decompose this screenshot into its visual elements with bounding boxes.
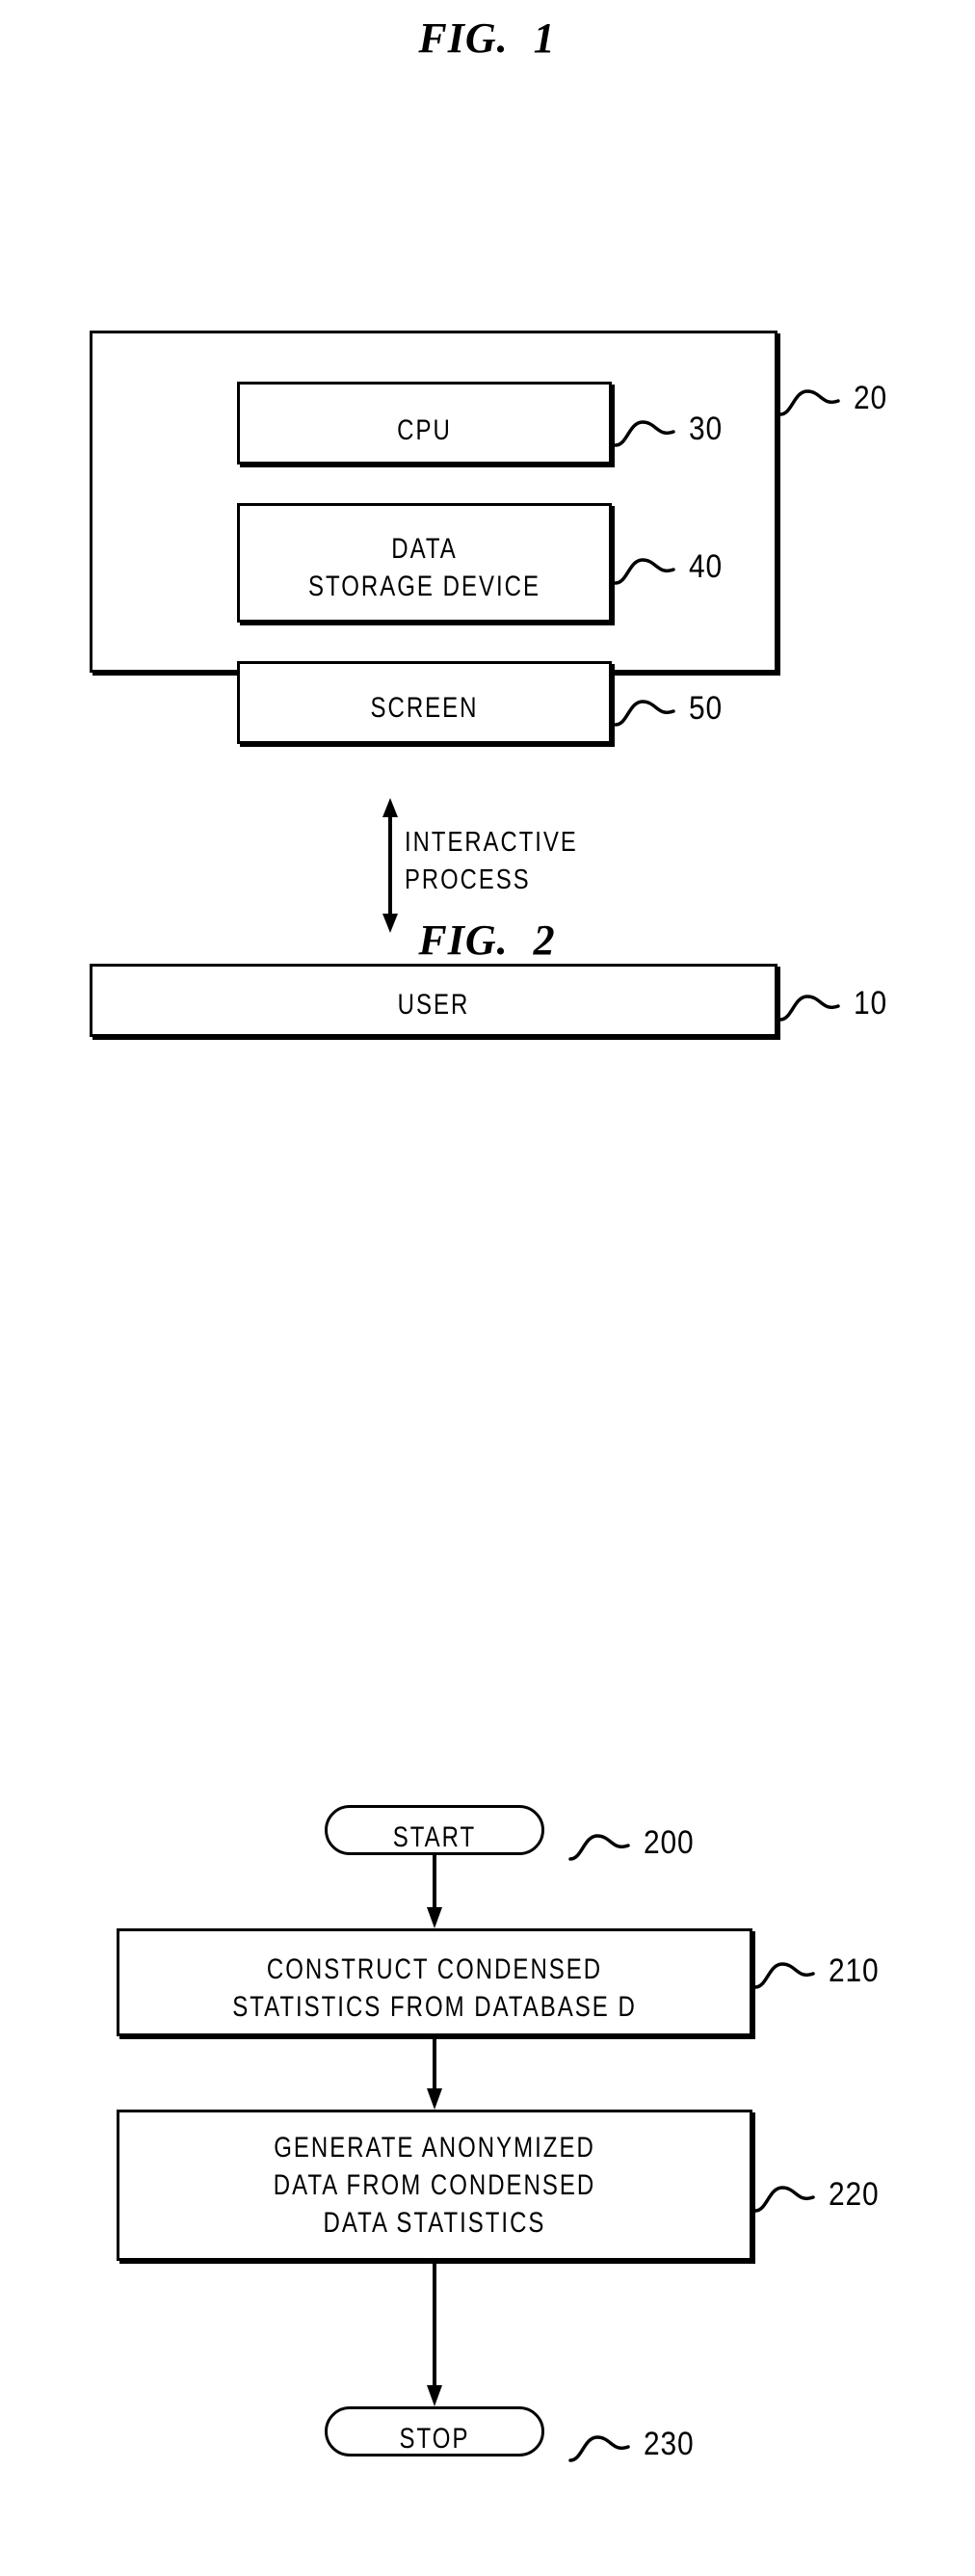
leader-squiggle-icon <box>614 700 675 727</box>
cpu-box-label: CPU <box>397 414 452 446</box>
screen-box: SCREEN <box>237 661 612 744</box>
leader-squiggle-icon <box>614 420 675 447</box>
process-box-210-label: CONSTRUCT CONDENSED STATISTICS FROM DATA… <box>232 1953 637 2023</box>
callout-220-number: 220 <box>829 2176 880 2213</box>
process-box-210: CONSTRUCT CONDENSED STATISTICS FROM DATA… <box>117 1928 752 2036</box>
process-box-220: GENERATE ANONYMIZED DATA FROM CONDENSED … <box>117 2110 752 2261</box>
figure-2-title-number: 2 <box>533 916 557 964</box>
figure-1-title-number: 1 <box>533 14 557 62</box>
flow-arrow-step2-to-stop <box>427 2261 442 2406</box>
flow-arrow-step1-to-step2 <box>427 2036 442 2110</box>
figure-2-title-word: FIG. <box>418 916 509 964</box>
user-box: USER <box>90 964 777 1037</box>
figure-2-title: FIG. 2 <box>0 916 975 965</box>
figure-1-title-word: FIG. <box>418 14 509 62</box>
leader-squiggle-icon <box>614 558 675 585</box>
stop-terminator: STOP <box>325 2406 544 2456</box>
callout-10-number: 10 <box>854 985 888 1022</box>
callout-230-number: 230 <box>644 2426 695 2462</box>
leader-squiggle-icon <box>778 389 840 416</box>
flow-arrow-start-to-step1 <box>427 1855 442 1928</box>
callout-200-number: 200 <box>644 1824 695 1861</box>
process-box-220-label: GENERATE ANONYMIZED DATA FROM CONDENSED … <box>273 2132 596 2239</box>
data-storage-device-box-label: DATA STORAGE DEVICE <box>308 533 540 602</box>
callout-30-number: 30 <box>689 411 724 447</box>
cpu-box: CPU <box>237 382 612 465</box>
user-box-label: USER <box>397 989 470 1021</box>
leader-squiggle-icon <box>753 1962 815 1989</box>
stop-terminator-label: STOP <box>399 2423 470 2455</box>
data-storage-device-box: DATA STORAGE DEVICE <box>237 503 612 623</box>
callout-20-number: 20 <box>854 380 888 416</box>
leader-squiggle-icon <box>568 2435 630 2462</box>
figure-1-title: FIG. 1 <box>0 13 975 63</box>
leader-squiggle-icon <box>568 1834 630 1861</box>
interactive-process-label: INTERACTIVE PROCESS <box>405 827 578 895</box>
callout-50-number: 50 <box>689 690 724 727</box>
interactive-process-arrow <box>382 798 398 933</box>
screen-box-label: SCREEN <box>370 692 479 724</box>
start-terminator-label: START <box>392 1821 477 1853</box>
callout-210-number: 210 <box>829 1952 880 1989</box>
leader-squiggle-icon <box>753 2186 815 2213</box>
patent-drawing-sheet: FIG. 1 CPU DATA STORAGE DEVICE SCREEN INT… <box>0 0 975 2576</box>
callout-40-number: 40 <box>689 548 724 585</box>
leader-squiggle-icon <box>778 995 840 1022</box>
start-terminator: START <box>325 1805 544 1855</box>
